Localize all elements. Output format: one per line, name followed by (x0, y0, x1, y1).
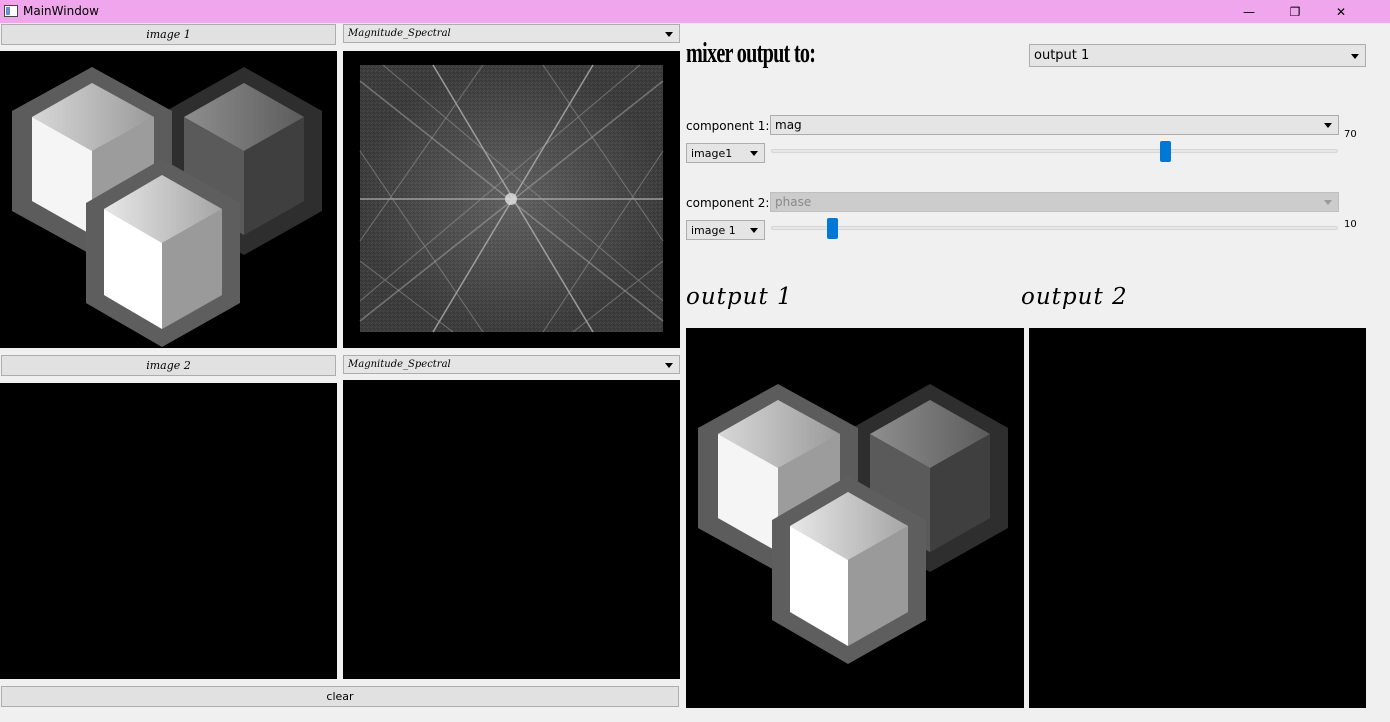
chevron-down-icon (750, 151, 758, 156)
output1-viewer[interactable] (686, 328, 1024, 708)
output1-title: output 1 (686, 284, 793, 310)
image1-button[interactable]: image 1 (1, 24, 336, 45)
app-icon (4, 5, 18, 17)
component1-type-value: mag (775, 118, 802, 132)
component2-image-value: image 1 (691, 223, 736, 237)
maximize-icon: ❐ (1289, 4, 1301, 19)
fft-spectrum-picture (359, 64, 664, 333)
output-target-value: output 1 (1034, 48, 1090, 63)
image2-button[interactable]: image 2 (1, 355, 336, 376)
component1-slider-handle[interactable] (1160, 141, 1171, 162)
mixer-title: mixer output to: (686, 38, 816, 69)
image1-component-viewer[interactable] (343, 51, 680, 348)
component1-image-value: image1 (691, 146, 733, 160)
chevron-down-icon (665, 362, 673, 368)
output1-picture (698, 384, 1008, 664)
output-target-select[interactable]: output 1 (1029, 44, 1366, 67)
component1-slider-groove (771, 149, 1338, 153)
component2-slider-value: 10 (1344, 219, 1357, 230)
component1-type-select[interactable]: mag (770, 115, 1339, 135)
image2-viewer[interactable] (0, 383, 337, 679)
component2-slider-handle[interactable] (827, 218, 838, 239)
image2-component-value: Magnitude_Spectral (348, 359, 451, 370)
window-title: MainWindow (23, 4, 99, 18)
close-icon: ✕ (1335, 4, 1347, 19)
title-bar[interactable]: MainWindow — ❐ ✕ (0, 0, 1390, 23)
component2-slider-groove (771, 226, 1338, 230)
component2-label: component 2: (686, 196, 770, 210)
component2-type-value: phase (775, 195, 812, 209)
component1-label: component 1: (686, 119, 770, 133)
component1-slider-value: 70 (1344, 129, 1357, 140)
component2-slider[interactable] (771, 218, 1338, 239)
clear-button[interactable]: clear (1, 686, 679, 707)
image1-component-select[interactable]: Magnitude_Spectral (343, 24, 680, 43)
chevron-down-icon (750, 228, 758, 233)
chevron-down-icon (665, 31, 673, 37)
close-button[interactable]: ✕ (1318, 0, 1364, 23)
output2-title: output 2 (1021, 284, 1128, 310)
chevron-down-icon (1351, 53, 1359, 59)
component1-image-select[interactable]: image1 (686, 143, 765, 163)
minimize-button[interactable]: — (1226, 0, 1272, 23)
image2-component-viewer[interactable] (343, 380, 680, 679)
output2-viewer[interactable] (1029, 328, 1366, 708)
image1-component-value: Magnitude_Spectral (348, 28, 451, 39)
chevron-down-icon (1324, 200, 1332, 205)
maximize-button[interactable]: ❐ (1272, 0, 1318, 23)
component2-type-select[interactable]: phase (770, 192, 1339, 212)
minimize-icon: — (1243, 4, 1255, 19)
component2-image-select[interactable]: image 1 (686, 220, 765, 240)
image1-picture (12, 67, 322, 347)
component1-slider[interactable] (771, 141, 1338, 162)
image1-viewer[interactable] (0, 51, 337, 348)
chevron-down-icon (1324, 123, 1332, 128)
image2-component-select[interactable]: Magnitude_Spectral (343, 355, 680, 374)
